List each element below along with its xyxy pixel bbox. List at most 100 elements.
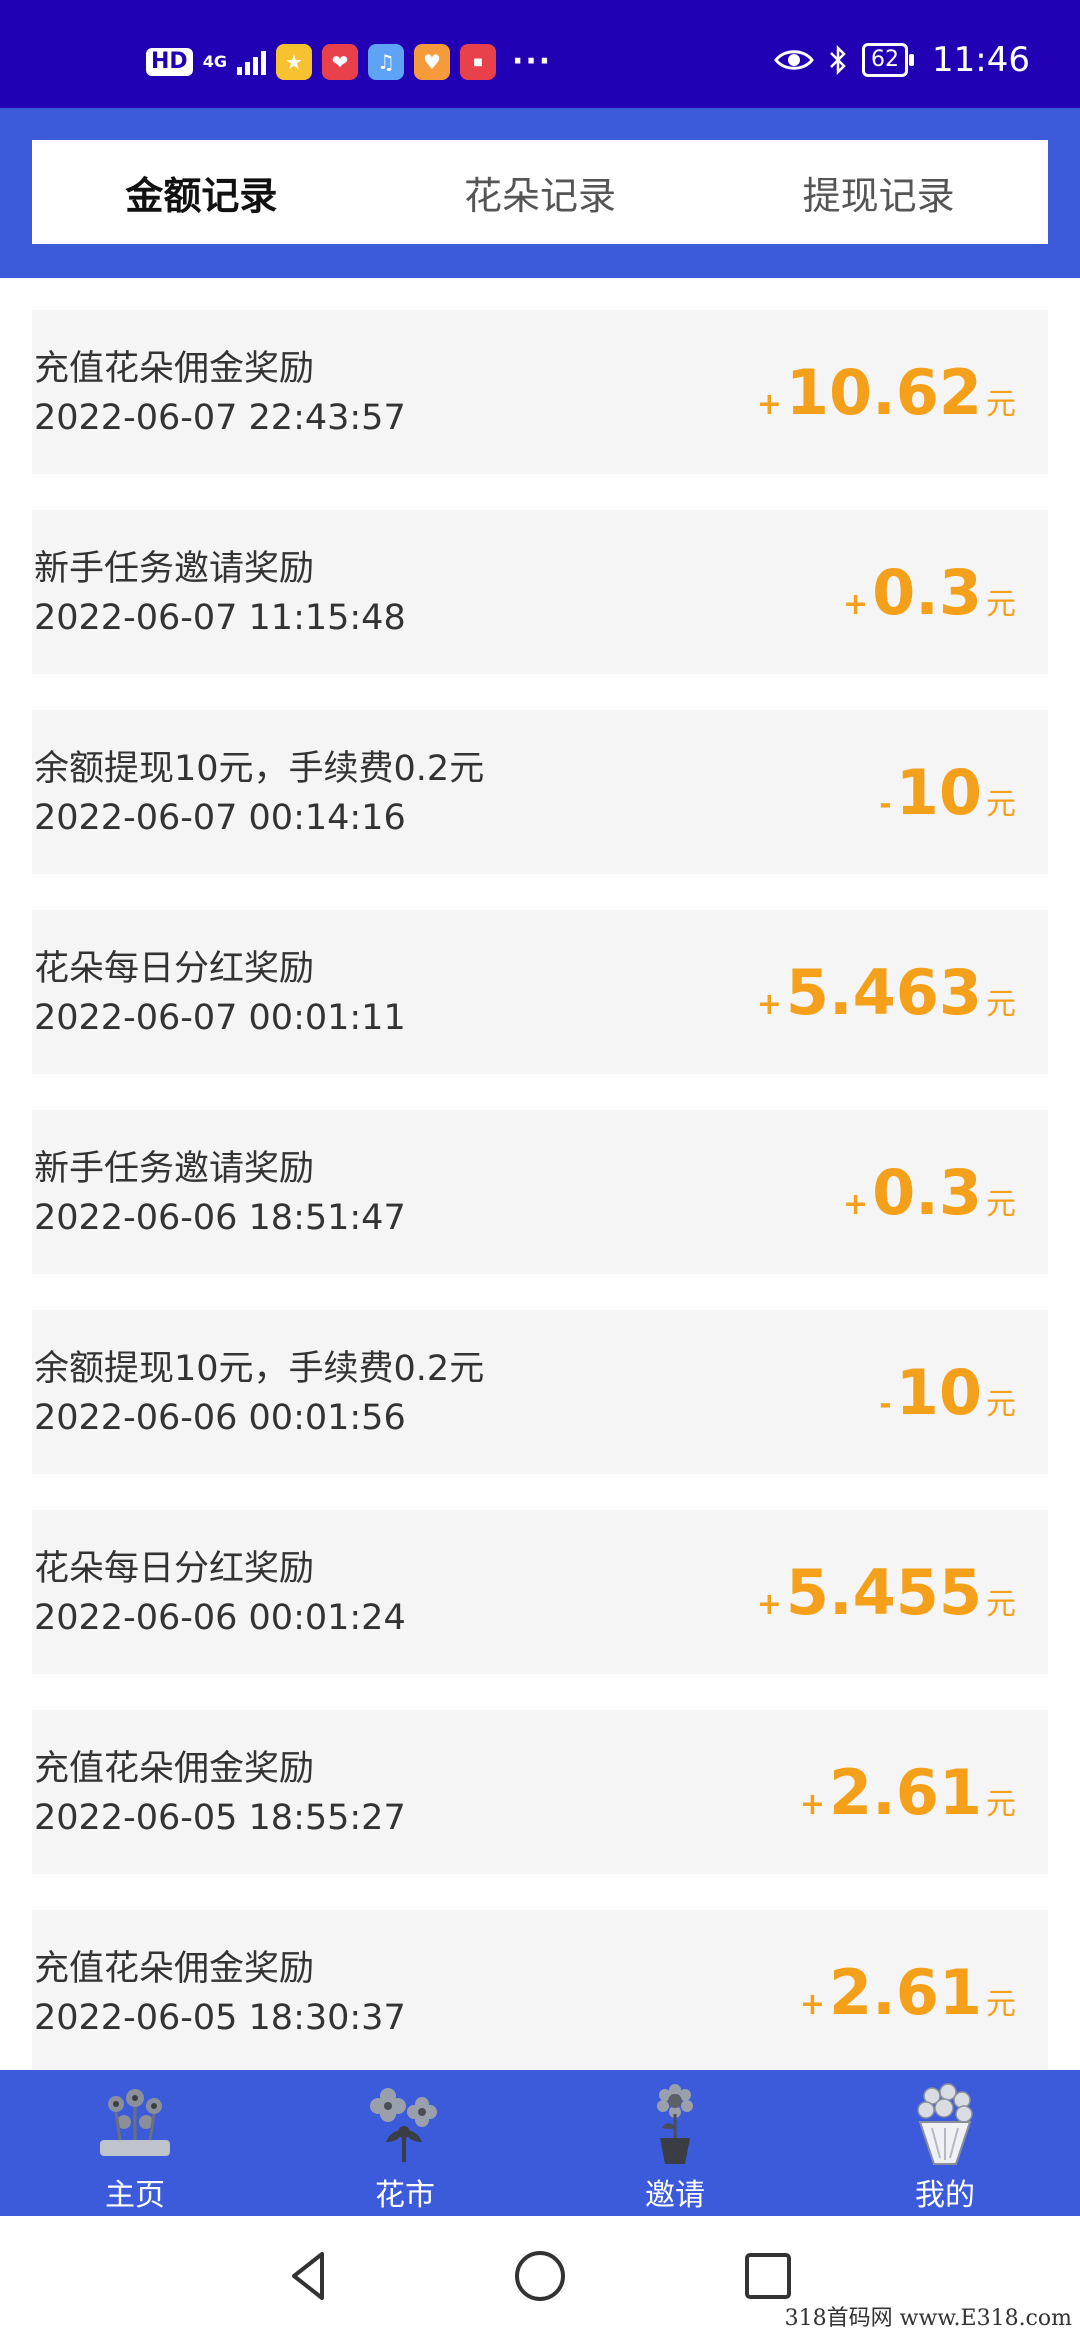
record-unit: 元: [986, 1987, 1016, 2022]
tab-bar: 金额记录 花朵记录 提现记录: [32, 140, 1048, 244]
tab-flower-records[interactable]: 花朵记录: [371, 165, 710, 220]
record-value: 10.62: [785, 356, 982, 429]
record-row[interactable]: 花朵每日分红奖励 2022-06-07 00:01:11 + 5.463 元: [32, 910, 1048, 1074]
record-title: 花朵每日分红奖励: [34, 949, 315, 989]
home-icon[interactable]: [510, 2246, 570, 2306]
record-unit: 元: [986, 1387, 1016, 1422]
record-unit: 元: [986, 787, 1016, 822]
record-value: 10: [895, 756, 982, 829]
record-title: 新手任务邀请奖励: [34, 549, 315, 589]
record-row[interactable]: 充值花朵佣金奖励 2022-06-05 18:30:37 + 2.61 元: [32, 1910, 1048, 2074]
record-sign: +: [756, 387, 782, 422]
record-sign: +: [756, 1587, 782, 1622]
status-bar: HD 4G ★ ❤ ♫ ♥ ■ ··· 62 11:46: [0, 0, 1080, 108]
record-time: 2022-06-06 00:01:24: [34, 1598, 406, 1638]
record-unit: 元: [986, 587, 1016, 622]
record-sign: +: [756, 987, 782, 1022]
bottom-nav: 主页 花市 邀请 我的: [0, 2070, 1080, 2216]
flower-market-icon: [370, 2088, 437, 2162]
battery-icon: 62: [862, 43, 915, 77]
nav-market[interactable]: 花市: [270, 2070, 540, 2216]
record-unit: 元: [986, 387, 1016, 422]
record-time: 2022-06-07 00:01:11: [34, 998, 406, 1038]
record-sign: -: [879, 1387, 892, 1422]
record-time: 2022-06-07 11:15:48: [34, 598, 406, 638]
record-time: 2022-06-05 18:55:27: [34, 1798, 406, 1838]
watermark: 318首码网 www.E318.com: [784, 2306, 1072, 2331]
record-row[interactable]: 充值花朵佣金奖励 2022-06-07 22:43:57 + 10.62 元: [32, 310, 1048, 474]
record-title: 新手任务邀请奖励: [34, 1149, 315, 1189]
record-row[interactable]: 新手任务邀请奖励 2022-06-07 11:15:48 + 0.3 元: [32, 510, 1048, 674]
bouquet-icon: [917, 2083, 973, 2165]
record-row[interactable]: 余额提现10元，手续费0.2元 2022-06-06 00:01:56 - 10…: [32, 1310, 1048, 1474]
record-sign: +: [799, 1987, 826, 2022]
record-title: 余额提现10元，手续费0.2元: [34, 1349, 485, 1389]
status-left: HD 4G ★ ❤ ♫ ♥ ■ ···: [146, 44, 552, 80]
tab-amount-records[interactable]: 金额记录: [32, 165, 371, 220]
record-amount: + 0.3 元: [843, 1156, 1016, 1229]
bluetooth-icon: [830, 44, 846, 76]
store-app-icon: ■: [459, 44, 496, 80]
record-value: 10: [895, 1356, 982, 1429]
record-amount: + 2.61 元: [800, 1756, 1016, 1829]
record-amount: - 10 元: [879, 756, 1016, 829]
record-list: 充值花朵佣金奖励 2022-06-07 22:43:57 + 10.62 元 新…: [32, 310, 1048, 2110]
record-amount: + 10.62 元: [757, 356, 1016, 429]
back-icon[interactable]: [280, 2246, 340, 2306]
system-nav-bar: 318首码网 www.E318.com: [0, 2216, 1080, 2340]
record-time: 2022-06-06 00:01:56: [34, 1398, 406, 1438]
nav-mine[interactable]: 我的: [810, 2070, 1080, 2216]
record-title: 充值花朵佣金奖励: [34, 349, 315, 389]
nav-home[interactable]: 主页: [0, 2070, 270, 2216]
record-unit: 元: [986, 1187, 1016, 1222]
record-unit: 元: [986, 987, 1016, 1022]
record-value: 5.455: [785, 1556, 982, 1629]
record-amount: + 5.463 元: [757, 956, 1016, 1029]
game-app-icon: ★: [275, 44, 312, 80]
nav-home-label: 主页: [105, 2178, 165, 2213]
potted-flower-icon: [657, 2084, 693, 2164]
record-sign: -: [879, 787, 892, 822]
clock: 11:46: [932, 40, 1030, 80]
record-row[interactable]: 充值花朵佣金奖励 2022-06-05 18:55:27 + 2.61 元: [32, 1710, 1048, 1874]
record-time: 2022-06-05 18:30:37: [34, 1998, 406, 2038]
record-title: 充值花朵佣金奖励: [34, 1749, 315, 1789]
record-sign: +: [843, 1187, 869, 1222]
heart-app-icon: ❤: [321, 44, 358, 80]
record-sign: +: [843, 587, 869, 622]
tab-withdraw-records[interactable]: 提现记录: [709, 165, 1048, 220]
record-value: 2.61: [829, 1956, 982, 2029]
record-title: 花朵每日分红奖励: [34, 1549, 315, 1589]
recents-icon[interactable]: [738, 2246, 798, 2306]
signal-icon: [236, 49, 266, 75]
more-notifications-icon: ···: [511, 44, 553, 79]
network-type: 4G: [202, 52, 227, 71]
record-amount: - 10 元: [879, 1356, 1016, 1429]
record-time: 2022-06-07 22:43:57: [34, 398, 406, 438]
nav-mine-label: 我的: [915, 2178, 975, 2213]
record-amount: + 5.455 元: [757, 1556, 1016, 1629]
record-time: 2022-06-07 00:14:16: [34, 798, 406, 838]
status-right: 62 11:46: [774, 40, 1030, 80]
flower-bed-icon: [100, 2089, 170, 2156]
record-title: 充值花朵佣金奖励: [34, 1949, 315, 1989]
eye-icon: [774, 50, 814, 70]
record-value: 2.61: [829, 1756, 982, 1829]
record-row[interactable]: 余额提现10元，手续费0.2元 2022-06-07 00:14:16 - 10…: [32, 710, 1048, 874]
record-unit: 元: [986, 1787, 1016, 1822]
record-row[interactable]: 新手任务邀请奖励 2022-06-06 18:51:47 + 0.3 元: [32, 1110, 1048, 1274]
record-value: 0.3: [872, 1156, 982, 1229]
nav-invite[interactable]: 邀请: [540, 2070, 810, 2216]
record-value: 5.463: [785, 956, 982, 1029]
record-amount: + 0.3 元: [843, 556, 1016, 629]
record-title: 余额提现10元，手续费0.2元: [34, 749, 485, 789]
nav-invite-label: 邀请: [645, 2178, 705, 2213]
tab-header: 金额记录 花朵记录 提现记录: [0, 108, 1080, 278]
hd-badge: HD: [146, 48, 193, 76]
record-row[interactable]: 花朵每日分红奖励 2022-06-06 00:01:24 + 5.455 元: [32, 1510, 1048, 1674]
record-unit: 元: [986, 1587, 1016, 1622]
record-sign: +: [799, 1787, 826, 1822]
music-app-icon: ♫: [367, 44, 404, 80]
record-time: 2022-06-06 18:51:47: [34, 1198, 406, 1238]
record-value: 0.3: [872, 556, 982, 629]
